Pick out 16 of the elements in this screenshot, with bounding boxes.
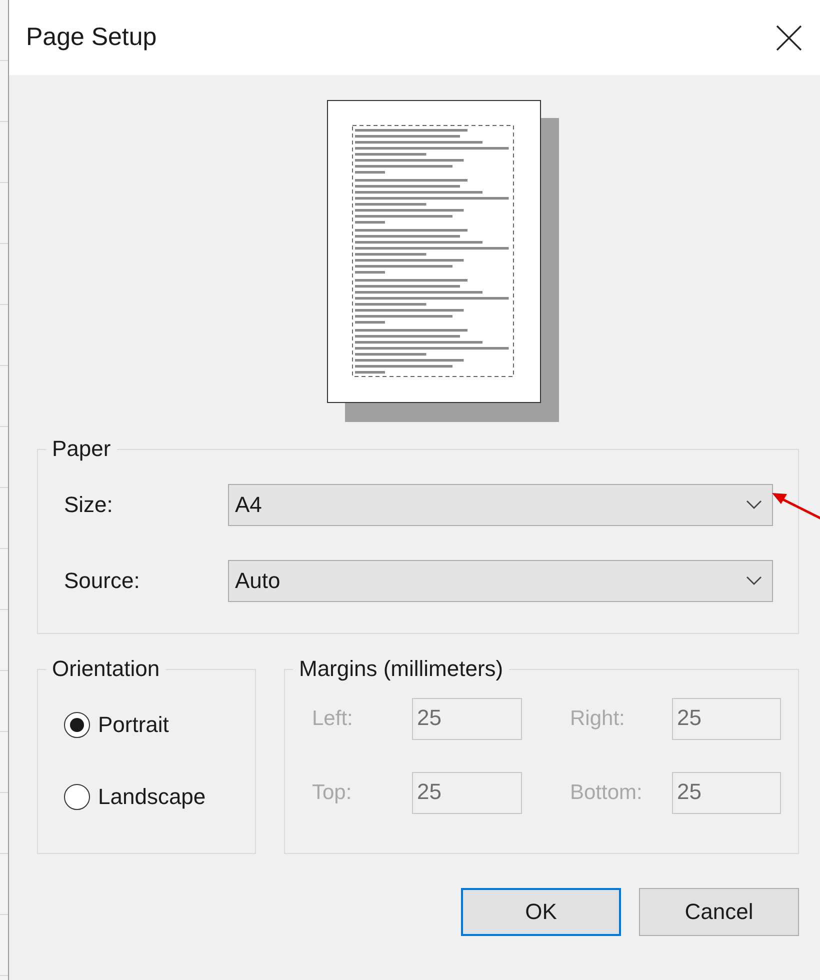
dialog-button[interactable]: Cancel — [639, 888, 799, 936]
radio-label[interactable]: Landscape — [98, 784, 206, 810]
field-label: Source: — [64, 568, 141, 594]
group-label: Orientation — [52, 656, 160, 681]
field-label: Left: — [312, 707, 354, 731]
radio-label[interactable]: Portrait — [98, 712, 169, 738]
group-label: Paper — [52, 436, 111, 461]
dialog-button[interactable]: OK — [461, 888, 621, 936]
window-title: Page Setup — [26, 23, 157, 52]
field-label: Right: — [569, 707, 626, 731]
field-label: Size: — [64, 492, 114, 518]
group-label: Margins (millimeters) — [299, 656, 504, 681]
field-label: Top: — [312, 781, 353, 805]
dropdown[interactable]: Auto — [228, 560, 773, 602]
dropdown[interactable]: A4 — [228, 484, 773, 526]
field-label: Bottom: — [569, 781, 644, 805]
